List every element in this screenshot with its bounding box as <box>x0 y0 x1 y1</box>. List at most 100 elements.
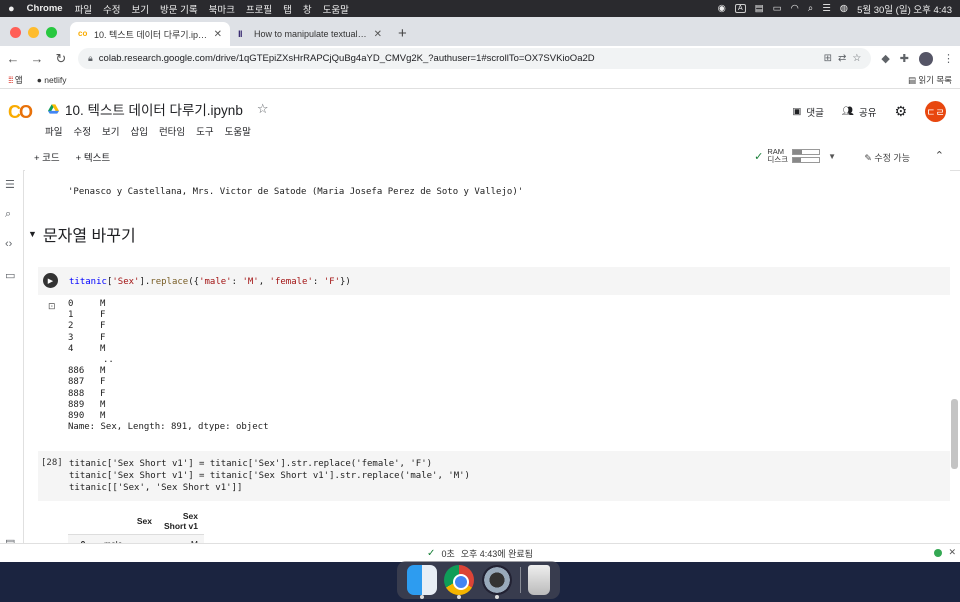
add-code-button[interactable]: + 코드 <box>34 150 60 164</box>
edit-mode-label: 수정 가능 <box>874 153 910 163</box>
extension-icon[interactable]: ◆ <box>881 52 889 65</box>
mac-menu-file[interactable]: 파일 <box>75 2 92 16</box>
code-line[interactable]: titanic['Sex Short v1'] = titanic['Sex S… <box>69 470 470 482</box>
wifi-icon[interactable]: ◠ <box>791 3 799 14</box>
back-icon[interactable]: ← <box>6 51 20 66</box>
code-cell[interactable]: ▶ titanic['Sex'].replace({'male': 'M', '… <box>38 267 950 295</box>
run-cell-button[interactable]: ▶ <box>43 273 58 288</box>
output-row: 889 M <box>68 400 268 411</box>
siri-icon[interactable]: ◍ <box>840 3 848 14</box>
column-header: Sex Short v1 <box>164 511 199 531</box>
dock-separator <box>519 567 521 593</box>
install-app-icon[interactable]: ⊞ <box>824 53 832 64</box>
edit-mode-toggle[interactable]: ✎ 수정 가능 <box>864 151 910 164</box>
reload-icon[interactable]: ↻ <box>54 51 68 67</box>
profile-avatar[interactable] <box>919 51 933 66</box>
menu-help[interactable]: 도움말 <box>225 124 251 138</box>
toc-icon[interactable]: ☰ <box>5 178 15 191</box>
puzzle-icon[interactable]: ✚ <box>900 52 909 65</box>
share-button[interactable]: 👥︎ 공유 <box>842 105 877 119</box>
close-status-icon[interactable]: ✕ <box>948 547 956 558</box>
collapse-triangle-icon[interactable]: ▼ <box>28 229 37 239</box>
menu-file[interactable]: 파일 <box>45 124 62 138</box>
bookmark-netlify[interactable]: ● netlify <box>37 75 67 85</box>
tab-colab[interactable]: co 10. 텍스트 데이터 다루기.ipynb - C ✕ <box>70 22 230 46</box>
close-tab-icon[interactable]: ✕ <box>214 29 222 40</box>
chevron-down-icon[interactable]: ▼ <box>828 152 836 161</box>
forward-icon[interactable]: → <box>30 51 44 66</box>
menu-insert[interactable]: 삽입 <box>130 124 147 138</box>
colab-header: CO 10. 텍스트 데이터 다루기.ipynb ☆ 파일 수정 보기 삽입 런… <box>0 89 960 143</box>
menu-edit[interactable]: 수정 <box>73 124 90 138</box>
control-center-icon[interactable]: ☰ <box>822 3 831 14</box>
app-name[interactable]: Chrome <box>27 3 63 14</box>
tab-pandas-docs[interactable]: ǁ How to manipulate textual data ✕ <box>230 22 390 46</box>
more-menu-icon[interactable]: ⋮ <box>943 52 954 65</box>
section-title: 문자열 바꾸기 <box>42 228 136 245</box>
settings-gear-icon[interactable]: ⚙ <box>894 103 907 120</box>
output-row: 1F <box>68 310 268 321</box>
output-menu-icon[interactable]: ⊡ <box>48 301 56 312</box>
code-line[interactable]: titanic['Sex Short v1'] = titanic['Sex']… <box>69 458 470 470</box>
record-icon[interactable]: ◉ <box>718 3 726 14</box>
add-text-button[interactable]: + 텍스트 <box>76 150 110 164</box>
mac-menu-view[interactable]: 보기 <box>132 2 149 16</box>
menu-view[interactable]: 보기 <box>102 124 119 138</box>
reading-list[interactable]: ▤ 읽기 목록 <box>908 74 952 86</box>
close-window-button[interactable] <box>10 27 21 38</box>
mac-menu-window[interactable]: 창 <box>303 2 312 16</box>
notebook-title[interactable]: 10. 텍스트 데이터 다루기.ipynb <box>65 99 243 119</box>
ram-bar <box>792 149 821 155</box>
input-source-icon[interactable]: A <box>734 4 746 13</box>
star-icon[interactable]: ☆ <box>257 101 269 117</box>
notebook-scrollbar[interactable] <box>951 399 958 469</box>
mac-menu-edit[interactable]: 수정 <box>103 2 120 16</box>
execution-count: [28] <box>41 458 63 468</box>
mac-menu-bookmarks[interactable]: 북마크 <box>209 2 235 16</box>
mac-menu-tab[interactable]: 탭 <box>283 2 292 16</box>
search-icon[interactable]: ⌕ <box>5 208 11 221</box>
close-tab-icon[interactable]: ✕ <box>374 29 382 40</box>
battery-icon[interactable]: ▭ <box>773 3 782 14</box>
mac-menu-profile[interactable]: 프로필 <box>246 2 272 16</box>
chevron-up-icon[interactable]: ⌃ <box>935 149 944 162</box>
menu-clock[interactable]: 5월 30일 (일) 오후 4:43 <box>857 2 952 16</box>
cell-code[interactable]: titanic['Sex'].replace({'male': 'M', 'fe… <box>69 276 351 288</box>
menu-tools[interactable]: 도구 <box>196 124 213 138</box>
disk-bar <box>792 157 821 163</box>
spotlight-icon[interactable]: ⌕ <box>808 3 813 14</box>
zoom-window-button[interactable] <box>46 27 57 38</box>
bookmark-star-icon[interactable]: ☆ <box>852 53 861 64</box>
quicktime-icon[interactable] <box>481 565 512 599</box>
code-snippets-icon[interactable]: ‹› <box>5 238 12 250</box>
status-menus: ◉ A ▤ ▭ ◠ ⌕ ☰ ◍ 5월 30일 (일) 오후 4:43 <box>718 2 952 16</box>
code-cell[interactable]: [28] titanic['Sex Short v1'] = titanic['… <box>38 451 950 501</box>
menu-runtime[interactable]: 런타임 <box>159 124 185 138</box>
trash-icon[interactable] <box>528 565 551 595</box>
translate-icon[interactable]: ⇄ <box>838 53 846 64</box>
comment-button[interactable]: ▣ 댓글 <box>792 105 823 119</box>
dictionary-icon[interactable]: ▤ <box>755 3 764 14</box>
output-row: 888 F <box>68 389 268 400</box>
user-avatar[interactable]: ㄷㄹ <box>925 101 946 122</box>
row-index: 888 <box>68 388 85 399</box>
mac-menu-history[interactable]: 방문 기록 <box>160 2 198 16</box>
url-text[interactable]: colab.research.google.com/drive/1qGTEpiZ… <box>99 53 818 64</box>
finder-icon[interactable] <box>406 565 437 599</box>
cell-code[interactable]: titanic['Sex Short v1'] = titanic['Sex']… <box>69 458 470 494</box>
resource-monitor[interactable]: ✓ RAM 디스크 ▼ <box>754 148 836 164</box>
code-line[interactable]: titanic[['Sex', 'Sex Short v1']] <box>69 482 470 494</box>
output-row: 886 M <box>68 366 268 377</box>
address-bar[interactable]: 🔒︎ colab.research.google.com/drive/1qGTE… <box>78 48 872 69</box>
new-tab-icon[interactable]: + <box>398 25 407 42</box>
minimize-window-button[interactable] <box>28 27 39 38</box>
mac-menu-help[interactable]: 도움말 <box>323 2 349 16</box>
bookmark-apps[interactable]: ⁞⁞⁞ 앱 <box>8 74 23 86</box>
lock-icon[interactable]: 🔒︎ <box>88 53 93 64</box>
partial-cell-output: 'Penasco y Castellana, Mrs. Victor de Sa… <box>68 187 524 197</box>
apple-icon[interactable]: ● <box>8 3 15 15</box>
colab-logo-icon[interactable]: CO <box>8 102 33 123</box>
folder-icon[interactable]: ▭ <box>5 269 15 282</box>
chrome-icon[interactable] <box>444 565 475 599</box>
output-row: 887 F <box>68 377 268 388</box>
